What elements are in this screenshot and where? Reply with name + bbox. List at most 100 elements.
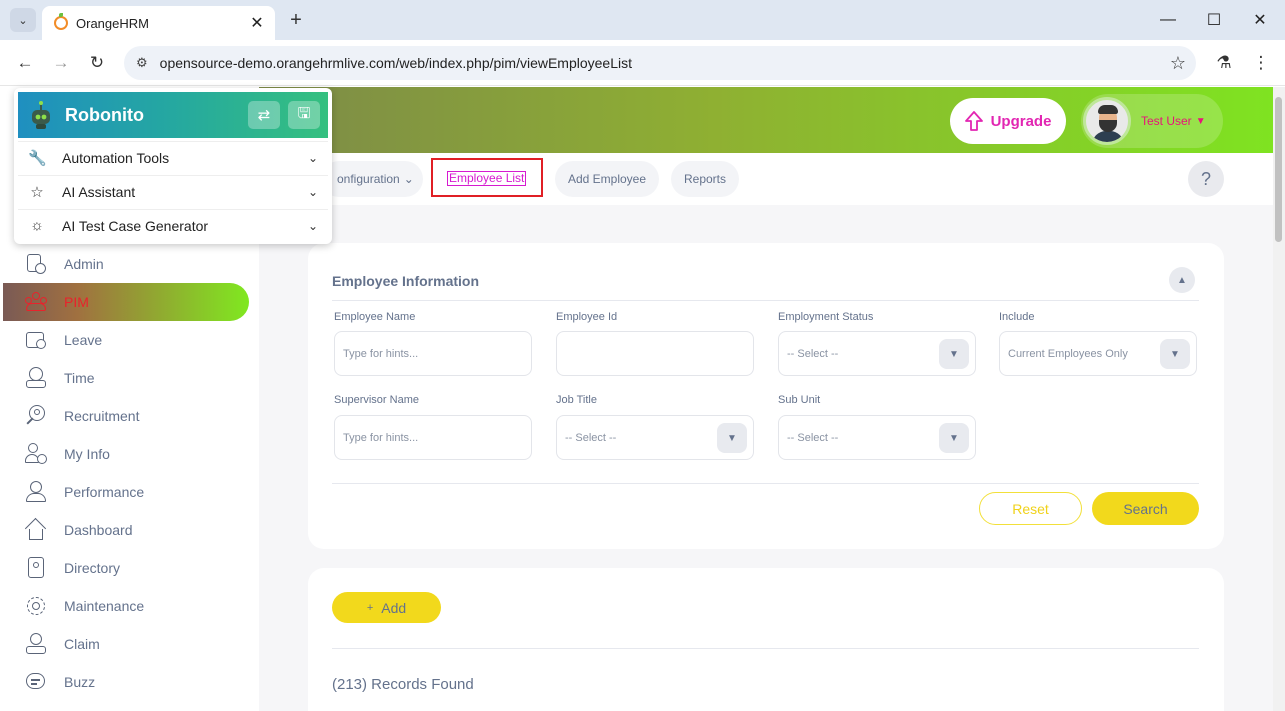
sidebar-label-buzz: Buzz	[64, 674, 96, 690]
user-dropdown[interactable]: Test User ▼	[1081, 94, 1223, 148]
tab-employee-list-label[interactable]: Employee List	[447, 171, 527, 186]
add-button[interactable]: + Add	[332, 592, 441, 623]
swap-icon[interactable]: ⇄	[248, 101, 280, 129]
search-button[interactable]: Search	[1092, 492, 1199, 525]
bookmark-star-icon[interactable]: ☆	[1170, 53, 1186, 74]
records-found-text: (213) Records Found	[332, 676, 474, 693]
sub-unit-select[interactable]: -- Select -- ▼	[778, 415, 976, 460]
performance-icon	[25, 481, 47, 503]
save-icon[interactable]: 🖫	[288, 101, 320, 129]
sidebar-item-pim[interactable]: PIM	[3, 283, 249, 321]
chevron-down-icon: ⌄	[307, 150, 318, 165]
tab-add-employee[interactable]: Add Employee	[555, 161, 659, 197]
robonito-item-ai-test-case-generator[interactable]: ☼ AI Test Case Generator ⌄	[18, 209, 328, 241]
upgrade-label: Upgrade	[990, 112, 1052, 130]
reset-button[interactable]: Reset	[979, 492, 1082, 525]
robonito-item-label: AI Test Case Generator	[62, 217, 209, 234]
employee-id-input[interactable]	[556, 331, 754, 376]
top-subnav: onfiguration ⌄ Add Employee Reports ?	[259, 153, 1273, 205]
robonito-item-automation-tools[interactable]: 🔧 Automation Tools ⌄	[18, 141, 328, 173]
supervisor-name-input[interactable]: Type for hints...	[334, 415, 532, 460]
site-settings-icon[interactable]: ⚙	[136, 55, 148, 71]
sidebar-item-maintenance[interactable]: Maintenance	[3, 587, 249, 625]
scrollbar-thumb[interactable]	[1275, 97, 1282, 242]
sidebar-item-admin[interactable]: Admin	[3, 245, 249, 283]
leave-icon	[25, 329, 47, 351]
wrench-icon: 🔧	[28, 149, 47, 167]
dropdown-arrow-icon[interactable]: ▼	[717, 423, 747, 453]
job-title-label: Job Title	[556, 394, 597, 406]
sidebar-item-my-info[interactable]: My Info	[3, 435, 249, 473]
minimize-button[interactable]: —	[1154, 6, 1182, 34]
sidebar-item-claim[interactable]: Claim	[3, 625, 249, 663]
labs-flask-icon[interactable]: ⚗	[1210, 49, 1238, 77]
robot-logo-icon	[28, 100, 54, 130]
directory-icon	[25, 557, 47, 579]
tab-close-icon[interactable]: ✕	[245, 11, 269, 35]
employment-status-value: -- Select --	[787, 347, 839, 360]
page-scrollbar[interactable]	[1273, 87, 1285, 711]
forward-arrow-icon[interactable]: →	[47, 49, 75, 77]
window-close-button[interactable]: ✕	[1246, 6, 1274, 34]
card-title: Employee Information	[332, 273, 480, 289]
dropdown-arrow-icon[interactable]: ▼	[939, 423, 969, 453]
robonito-header: Robonito ⇄ 🖫	[18, 92, 328, 138]
browser-tab[interactable]: OrangeHRM ✕	[42, 6, 275, 40]
browser-titlebar: ⌄ OrangeHRM ✕ + — ☐ ✕	[0, 0, 1285, 40]
job-title-select[interactable]: -- Select -- ▼	[556, 415, 754, 460]
top-header-bar: Upgrade Test User ▼	[259, 87, 1273, 153]
include-label: Include	[999, 311, 1035, 323]
chevron-down-icon: ⌄	[307, 184, 318, 199]
sidebar-item-leave[interactable]: Leave	[3, 321, 249, 359]
upgrade-button[interactable]: Upgrade	[950, 98, 1066, 144]
buzz-icon	[25, 671, 47, 693]
employee-id-label: Employee Id	[556, 311, 618, 323]
tab-configuration[interactable]: onfiguration ⌄	[321, 161, 423, 197]
tab-reports[interactable]: Reports	[671, 161, 739, 197]
employment-status-label: Employment Status	[778, 311, 874, 323]
sidebar-item-dashboard[interactable]: Dashboard	[3, 511, 249, 549]
sidebar-label-my-info: My Info	[64, 446, 110, 462]
employee-name-label: Employee Name	[334, 311, 416, 323]
robonito-item-ai-assistant[interactable]: ☆ AI Assistant ⌄	[18, 175, 328, 207]
include-select[interactable]: Current Employees Only ▼	[999, 331, 1197, 376]
back-arrow-icon[interactable]: ←	[11, 49, 39, 77]
menu-dots-icon[interactable]: ⋮	[1247, 49, 1275, 77]
sidebar-item-time[interactable]: Time	[3, 359, 249, 397]
divider	[332, 483, 1199, 484]
user-name: Test User	[1141, 114, 1192, 128]
add-label: Add	[381, 599, 407, 616]
sidebar-item-recruitment[interactable]: Recruitment	[3, 397, 249, 435]
sidebar-label-performance: Performance	[64, 484, 145, 500]
employee-list-card: + Add (213) Records Found	[308, 568, 1224, 711]
tab-configuration-label: onfiguration	[337, 172, 400, 186]
divider	[332, 300, 1199, 301]
sidebar-label-leave: Leave	[64, 332, 103, 348]
dashboard-icon	[24, 517, 47, 541]
help-button[interactable]: ?	[1188, 161, 1224, 197]
sidebar-label-pim: PIM	[64, 294, 89, 310]
sub-unit-label: Sub Unit	[778, 394, 821, 406]
sidebar-label-directory: Directory	[64, 560, 121, 576]
employee-name-input[interactable]: Type for hints...	[334, 331, 532, 376]
orangehrm-favicon-icon	[54, 13, 68, 30]
employment-status-select[interactable]: -- Select -- ▼	[778, 331, 976, 376]
new-tab-button[interactable]: +	[284, 8, 308, 32]
sidebar-item-buzz[interactable]: Buzz	[3, 663, 249, 701]
address-bar[interactable]: ⚙ opensource-demo.orangehrmlive.com/web/…	[124, 46, 1196, 80]
maximize-button[interactable]: ☐	[1200, 6, 1228, 34]
sidebar-item-performance[interactable]: Performance	[3, 473, 249, 511]
dropdown-arrow-icon[interactable]: ▼	[939, 339, 969, 369]
avatar	[1083, 97, 1131, 145]
admin-icon	[25, 253, 47, 275]
tab-search-button[interactable]: ⌄	[10, 8, 36, 32]
collapse-up-icon[interactable]: ▲	[1169, 267, 1195, 293]
robonito-panel: Robonito ⇄ 🖫 🔧 Automation Tools ⌄ ☆ AI A…	[14, 88, 332, 244]
upgrade-arrow-icon	[964, 111, 983, 131]
star-icon: ☆	[30, 183, 44, 201]
reload-icon[interactable]: ↻	[83, 49, 111, 77]
sidebar-item-directory[interactable]: Directory	[3, 549, 249, 587]
url-text[interactable]: opensource-demo.orangehrmlive.com/web/in…	[160, 55, 1170, 71]
chevron-down-icon: ⌄	[307, 218, 318, 233]
dropdown-arrow-icon[interactable]: ▼	[1160, 339, 1190, 369]
